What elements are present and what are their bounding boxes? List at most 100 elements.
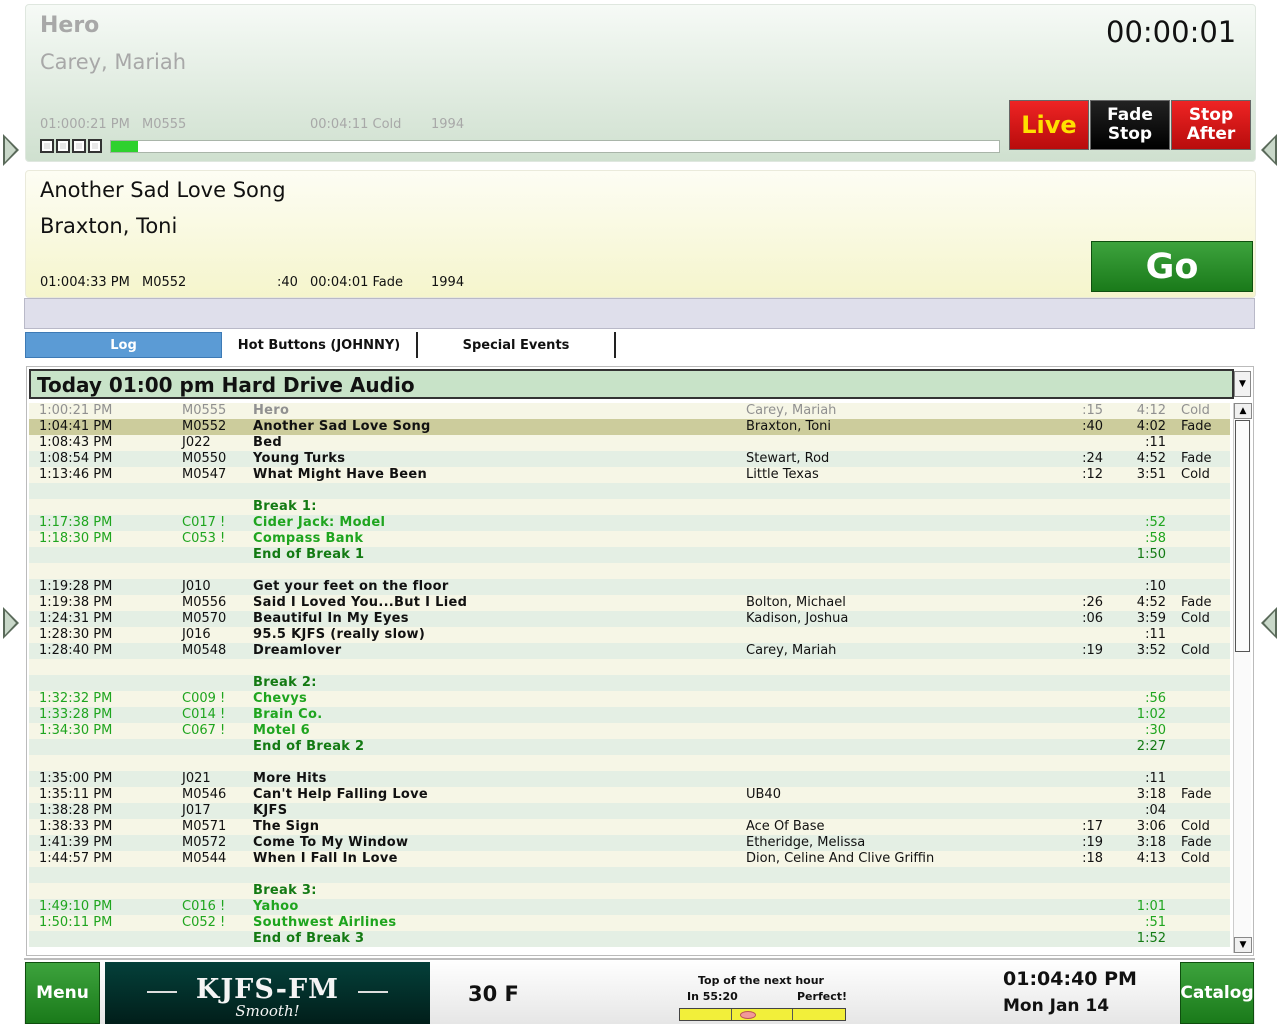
log-row[interactable]: 1:35:11 PM M0546 Can't Help Falling Love UB… [29,787,1230,803]
log-row[interactable]: Break 2: [29,675,1230,691]
log-cell-len: 4:13 [1136,851,1166,866]
log-cell-title: Get your feet on the floor [253,579,449,594]
log-cell-len: 4:52 [1136,595,1166,610]
segment-box-icon [88,139,102,153]
log-cell-title: The Sign [253,819,320,834]
log-row[interactable]: 1:18:30 PM C053 ! Compass Bank:58 [29,531,1230,547]
log-cell-intro: :40 [1082,419,1103,434]
log-row[interactable]: 1:34:30 PM C067 ! Motel 6:30 [29,723,1230,739]
log-row[interactable]: 1:49:10 PM C016 ! Yahoo 1:01 [29,899,1230,915]
log-row[interactable]: End of Break 1 1:50 [29,547,1230,563]
log-row[interactable] [29,867,1230,883]
log-selector[interactable]: Today 01:00 pm Hard Drive Audio [29,369,1234,399]
log-cell-intro: :26 [1082,595,1103,610]
log-cell-time: 1:44:57 PM [39,851,113,866]
log-cell-time: 1:28:40 PM [39,643,113,658]
log-row[interactable] [29,563,1230,579]
log-cell-title: Come To My Window [253,835,409,850]
log-scrollbar[interactable]: ▲ ▼ [1233,403,1252,953]
tab-log[interactable]: Log [25,332,222,358]
log-header-title: Today 01:00 pm Hard Drive Audio [37,373,415,397]
log-cell-artist: Ace Of Base [746,819,825,834]
log-cell-len: 1:52 [1136,931,1166,946]
log-row[interactable]: 1:17:38 PM C017 ! Cider Jack: Model:52 [29,515,1230,531]
log-row[interactable]: 1:24:31 PM M0570 Beautiful In My Eyes Kadis… [29,611,1230,627]
log-row[interactable]: 1:50:11 PM C052 ! Southwest Airlines:51 [29,915,1230,931]
right-arrow-icon[interactable] [1261,134,1277,166]
log-cell-title: 95.5 KJFS (really slow) [253,627,426,642]
logo-sub-text: Smooth! [235,1002,300,1020]
fade-stop-button[interactable]: Fade Stop [1090,100,1170,150]
log-cell-len: :04 [1145,803,1166,818]
log-row[interactable]: 1:00:21 PM M0555 Hero Carey, Mariah:15 4:12 C… [29,403,1230,419]
log-row[interactable]: 1:04:41 PM M0552 Another Sad Love Song Brax… [29,419,1230,435]
log-row[interactable]: Break 1: [29,499,1230,515]
log-row[interactable] [29,755,1230,771]
log-row[interactable]: 1:08:54 PM M0550 Young Turks Stewart, Rod:2… [29,451,1230,467]
next-artist: Braxton, Toni [40,214,178,238]
clock-time: 01:04:40 PM [1003,968,1137,990]
next-year: 1994 [431,275,465,290]
log-cell-end: Cold [1181,851,1210,866]
log-row[interactable]: 1:33:28 PM C014 ! Brain Co. 1:02 [29,707,1230,723]
log-cell-intro: :06 [1082,611,1103,626]
log-row[interactable]: 1:28:40 PM M0548 Dreamlover Carey, Mariah:1… [29,643,1230,659]
scroll-thumb[interactable] [1235,420,1250,652]
log-row[interactable]: 1:28:30 PM J016 95.5 KJFS (really slow):11 [29,627,1230,643]
log-cell-artist: Stewart, Rod [746,451,830,466]
log-row[interactable]: 1:38:28 PM J017 KJFS:04 [29,803,1230,819]
log-row[interactable]: 1:08:43 PM J022 Bed:11 [29,435,1230,451]
log-cell-intro: :19 [1082,835,1103,850]
log-cell-len: 4:02 [1136,419,1166,434]
log-cell-id: M0556 [182,595,227,610]
log-cell-title: End of Break 2 [253,739,365,754]
log-row[interactable]: 1:32:32 PM C009 ! Chevys:56 [29,691,1230,707]
log-row[interactable]: End of Break 3 1:52 [29,931,1230,947]
log-cell-end: Fade [1181,835,1212,850]
segment-box-icon [40,139,54,153]
live-button[interactable]: Live [1009,100,1089,150]
log-row[interactable]: 1:41:39 PM M0572 Come To My Window Etheridg… [29,835,1230,851]
tab-hot-buttons[interactable]: Hot Buttons (JOHNNY) [222,332,418,358]
stop-after-label-2: After [1186,124,1236,144]
log-row[interactable]: End of Break 2 2:27 [29,739,1230,755]
log-cell-end: Cold [1181,611,1210,626]
log-row[interactable]: 1:44:57 PM M0544 When I Fall In Love Dion, … [29,851,1230,867]
status-strip [24,298,1255,329]
tab-special-events[interactable]: Special Events [418,332,616,358]
go-label: Go [1145,246,1199,287]
log-cell-len: 1:50 [1136,547,1166,562]
log-cell-time: 1:04:41 PM [39,419,113,434]
log-cell-len: 1:01 [1136,899,1166,914]
log-row[interactable] [29,659,1230,675]
log-cell-title: KJFS [253,803,288,818]
log-row[interactable]: 1:35:00 PM J021 More Hits:11 [29,771,1230,787]
chevron-down-icon[interactable]: ▼ [1234,371,1251,397]
log-cell-id: M0550 [182,451,227,466]
log-row[interactable]: 1:38:33 PM M0571 The Sign Ace Of Base:17 3:0… [29,819,1230,835]
stop-after-button[interactable]: Stop After [1171,100,1251,150]
log-cell-len: 3:51 [1136,467,1166,482]
log-row[interactable] [29,483,1230,499]
next-intro: :40 [277,275,298,290]
top-of-hour-status: Perfect! [797,990,847,1003]
left-arrow-icon[interactable] [3,607,19,639]
playing-title: Hero [40,13,100,38]
log-cell-id: M0547 [182,467,227,482]
log-row[interactable]: 1:19:28 PM J010 Get your feet on the floor… [29,579,1230,595]
log-row[interactable]: 1:19:38 PM M0556 Said I Loved You...But I … [29,595,1230,611]
log-cell-end: Fade [1181,787,1212,802]
catalog-button[interactable]: Catalog [1180,962,1254,1024]
footer-bar: Menu KJFS-FM Smooth! 30 F Top of the nex… [24,958,1255,1024]
log-row[interactable]: 1:13:46 PM M0547 What Might Have Been Littl… [29,467,1230,483]
left-arrow-icon[interactable] [3,134,19,166]
menu-button[interactable]: Menu [25,962,100,1024]
scroll-down-icon[interactable]: ▼ [1234,937,1252,953]
right-arrow-icon[interactable] [1261,607,1277,639]
scroll-up-icon[interactable]: ▲ [1234,403,1252,419]
log-row[interactable]: Break 3: [29,883,1230,899]
go-button[interactable]: Go [1091,241,1253,292]
logo-main-text: KJFS-FM [195,974,340,1005]
log-cell-title: Can't Help Falling Love [253,787,429,802]
log-cell-title: Motel 6 [253,723,311,738]
